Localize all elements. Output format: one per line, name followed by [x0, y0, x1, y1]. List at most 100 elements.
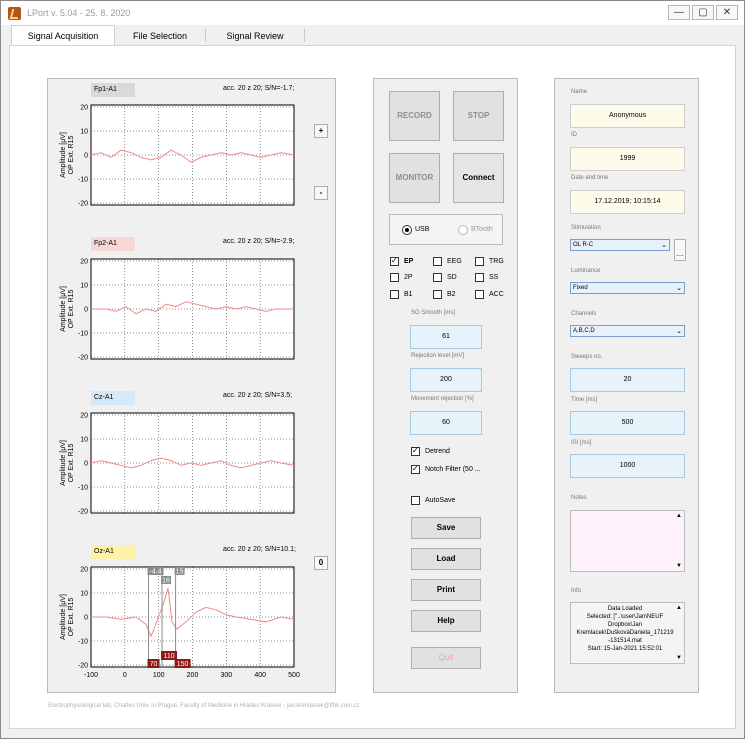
footer-credit: Electrophysiological lab, Charles Univ. …	[48, 703, 360, 709]
record-button[interactable]: RECORD	[389, 91, 440, 141]
plot-oz: 20100-10-20-100 0 100 200 300 400 500Amplitude…	[60, 566, 300, 679]
scroll-down-icon[interactable]: ▼	[676, 655, 682, 661]
y-axis-label-line2: OP Ext. R15	[68, 290, 75, 329]
y-axis-label: Amplitude [μV] OP Ext. R15	[60, 440, 75, 486]
reset-button[interactable]: 0	[314, 556, 328, 570]
scroll-up-icon[interactable]: ▲	[676, 513, 682, 519]
x-tick-label: 500	[288, 672, 300, 679]
load-button[interactable]: Load	[411, 548, 481, 570]
isi-input[interactable]: 1000	[570, 454, 685, 478]
maximize-icon[interactable]: ▢	[692, 5, 714, 20]
y-tick-label: 10	[80, 591, 88, 598]
sweeps-input[interactable]: 20	[570, 368, 685, 392]
usb-radio[interactable]	[402, 225, 412, 235]
stop-button[interactable]: STOP	[453, 91, 504, 141]
time-input[interactable]: 500	[570, 411, 685, 435]
channel-label-fp2: Fp2-A1	[91, 237, 135, 251]
print-button[interactable]: Print	[411, 579, 481, 601]
notes-textarea[interactable]: ▲ ▼	[570, 510, 685, 572]
zoom-in-button[interactable]: +	[314, 124, 328, 138]
plot-info-oz: acc. 20 z 20; S/N=10.1;	[223, 546, 296, 553]
x-tick-label: -100	[84, 672, 98, 679]
y-axis-label-line2: OP Ext. R15	[68, 444, 75, 483]
time-label: Time [ms]	[571, 397, 598, 403]
rejection-level-input[interactable]: 200	[410, 368, 482, 392]
date-time-input[interactable]: 17.12.2019; 10:15:14	[570, 190, 685, 214]
channel-label-fp1: Fp1-A1	[91, 83, 135, 97]
movement-rejection-label: Movement rejection [%]	[411, 396, 474, 402]
y-tick-label: -10	[78, 639, 88, 646]
tab-bar: Signal Acquisition File Selection Signal…	[9, 25, 736, 46]
tab-signal-review[interactable]: Signal Review	[206, 27, 304, 45]
plot-fp2: 20 10 0 -10 -20 Amplitude [μV] OP Ext. R15	[60, 258, 295, 362]
plot-info-fp2: acc. 20 z 20; S/N=-2.9;	[223, 238, 295, 245]
scroll-up-icon[interactable]: ▲	[676, 605, 682, 611]
stimulation-select[interactable]: OL R-C ⌄	[570, 239, 670, 251]
close-icon[interactable]: ✕	[716, 5, 738, 20]
marker-tag-top-text: 15	[176, 569, 184, 576]
channels-select[interactable]: A,B,C,D ⌄	[570, 325, 685, 337]
id-label: ID	[571, 132, 577, 138]
name-label: Name	[571, 89, 588, 95]
x-tick-label: 200	[187, 672, 199, 679]
isi-label: ISI [ms]	[571, 440, 592, 446]
scroll-down-icon[interactable]: ▼	[676, 563, 682, 569]
tab-divider	[304, 29, 305, 42]
y-tick-label: -20	[78, 355, 88, 362]
plot-fp1: 20 10 0 -10 -20 Amplitude [μV] OP Ext. R15	[60, 104, 295, 208]
minimize-icon[interactable]: —	[668, 5, 690, 20]
x-tick-label: 0	[123, 672, 127, 679]
plot-info-cz: acc. 20 z 20; S/N=3.5;	[223, 392, 293, 399]
channel-label-oz: Oz-A1	[91, 545, 135, 559]
y-axis-label-line2: OP Ext. R15	[68, 136, 75, 175]
y-tick-label: 0	[84, 615, 88, 622]
btooth-radio[interactable]	[458, 225, 468, 235]
y-tick-label: 20	[80, 105, 88, 112]
name-input[interactable]: Anonymous	[570, 104, 685, 128]
marker-tag-bottom-text: 150	[177, 661, 189, 668]
y-tick-label: -20	[78, 509, 88, 516]
save-button[interactable]: Save	[411, 517, 481, 539]
y-axis-label-line2: OP Ext. R15	[68, 598, 75, 637]
zoom-out-button[interactable]: -	[314, 186, 328, 200]
y-axis-label-line1: Amplitude [μV]	[60, 440, 67, 486]
y-axis-label: Amplitude [μV] OP Ext. R15	[60, 594, 75, 640]
app-window: LPort v. 5.04 - 25. 8. 2020 — ▢ ✕ Signal…	[0, 0, 745, 739]
date-time-label: Date and time	[571, 175, 609, 181]
marker-tag-bottom-text: 70	[150, 661, 158, 668]
y-tick-label: 10	[80, 283, 88, 290]
tab-signal-acquisition[interactable]: Signal Acquisition	[11, 25, 115, 46]
y-tick-label: 10	[80, 129, 88, 136]
monitor-button[interactable]: MONITOR	[389, 153, 440, 203]
y-tick-label: 10	[80, 437, 88, 444]
luminance-select[interactable]: Fixed ⌄	[570, 282, 685, 294]
id-input[interactable]: 1999	[570, 147, 685, 171]
x-tick-label: 300	[220, 672, 232, 679]
movement-rejection-input[interactable]: 60	[410, 411, 482, 435]
y-axis-label-line1: Amplitude [μV]	[60, 594, 67, 640]
connection-group: USB BTooth	[389, 214, 503, 245]
usb-label: USB	[415, 226, 430, 233]
quit-button[interactable]: Quit	[411, 647, 481, 669]
info-textarea[interactable]: Data Loaded Selected: ["..\user\Jan\NEUF…	[570, 602, 685, 664]
y-tick-label: 0	[84, 153, 88, 160]
btooth-label: BTooth	[471, 226, 493, 233]
tab-file-selection[interactable]: File Selection	[115, 27, 205, 45]
window-title: LPort v. 5.04 - 25. 8. 2020	[27, 8, 131, 18]
y-tick-label: -20	[78, 663, 88, 670]
stimulation-more-button[interactable]: ...	[674, 239, 686, 261]
marker-tag-top-text: 16	[162, 578, 170, 585]
stimulation-label: Stimulation	[571, 225, 601, 231]
y-tick-label: 20	[80, 413, 88, 420]
y-tick-label: -10	[78, 331, 88, 338]
connect-button[interactable]: Connect	[453, 153, 504, 203]
y-axis-label-line1: Amplitude [μV]	[60, 132, 67, 178]
y-tick-label: 20	[80, 259, 88, 266]
help-button[interactable]: Help	[411, 610, 481, 632]
chevron-down-icon: ⌄	[661, 241, 667, 249]
channel-label-cz: Cz-A1	[91, 391, 135, 405]
marker-tag-top-text: -4.4	[149, 569, 161, 576]
sg-smooth-input[interactable]: 61	[410, 325, 482, 349]
title-bar: LPort v. 5.04 - 25. 8. 2020 — ▢ ✕	[1, 1, 744, 25]
sg-smooth-label: SG Smooth [ms]	[411, 310, 456, 316]
